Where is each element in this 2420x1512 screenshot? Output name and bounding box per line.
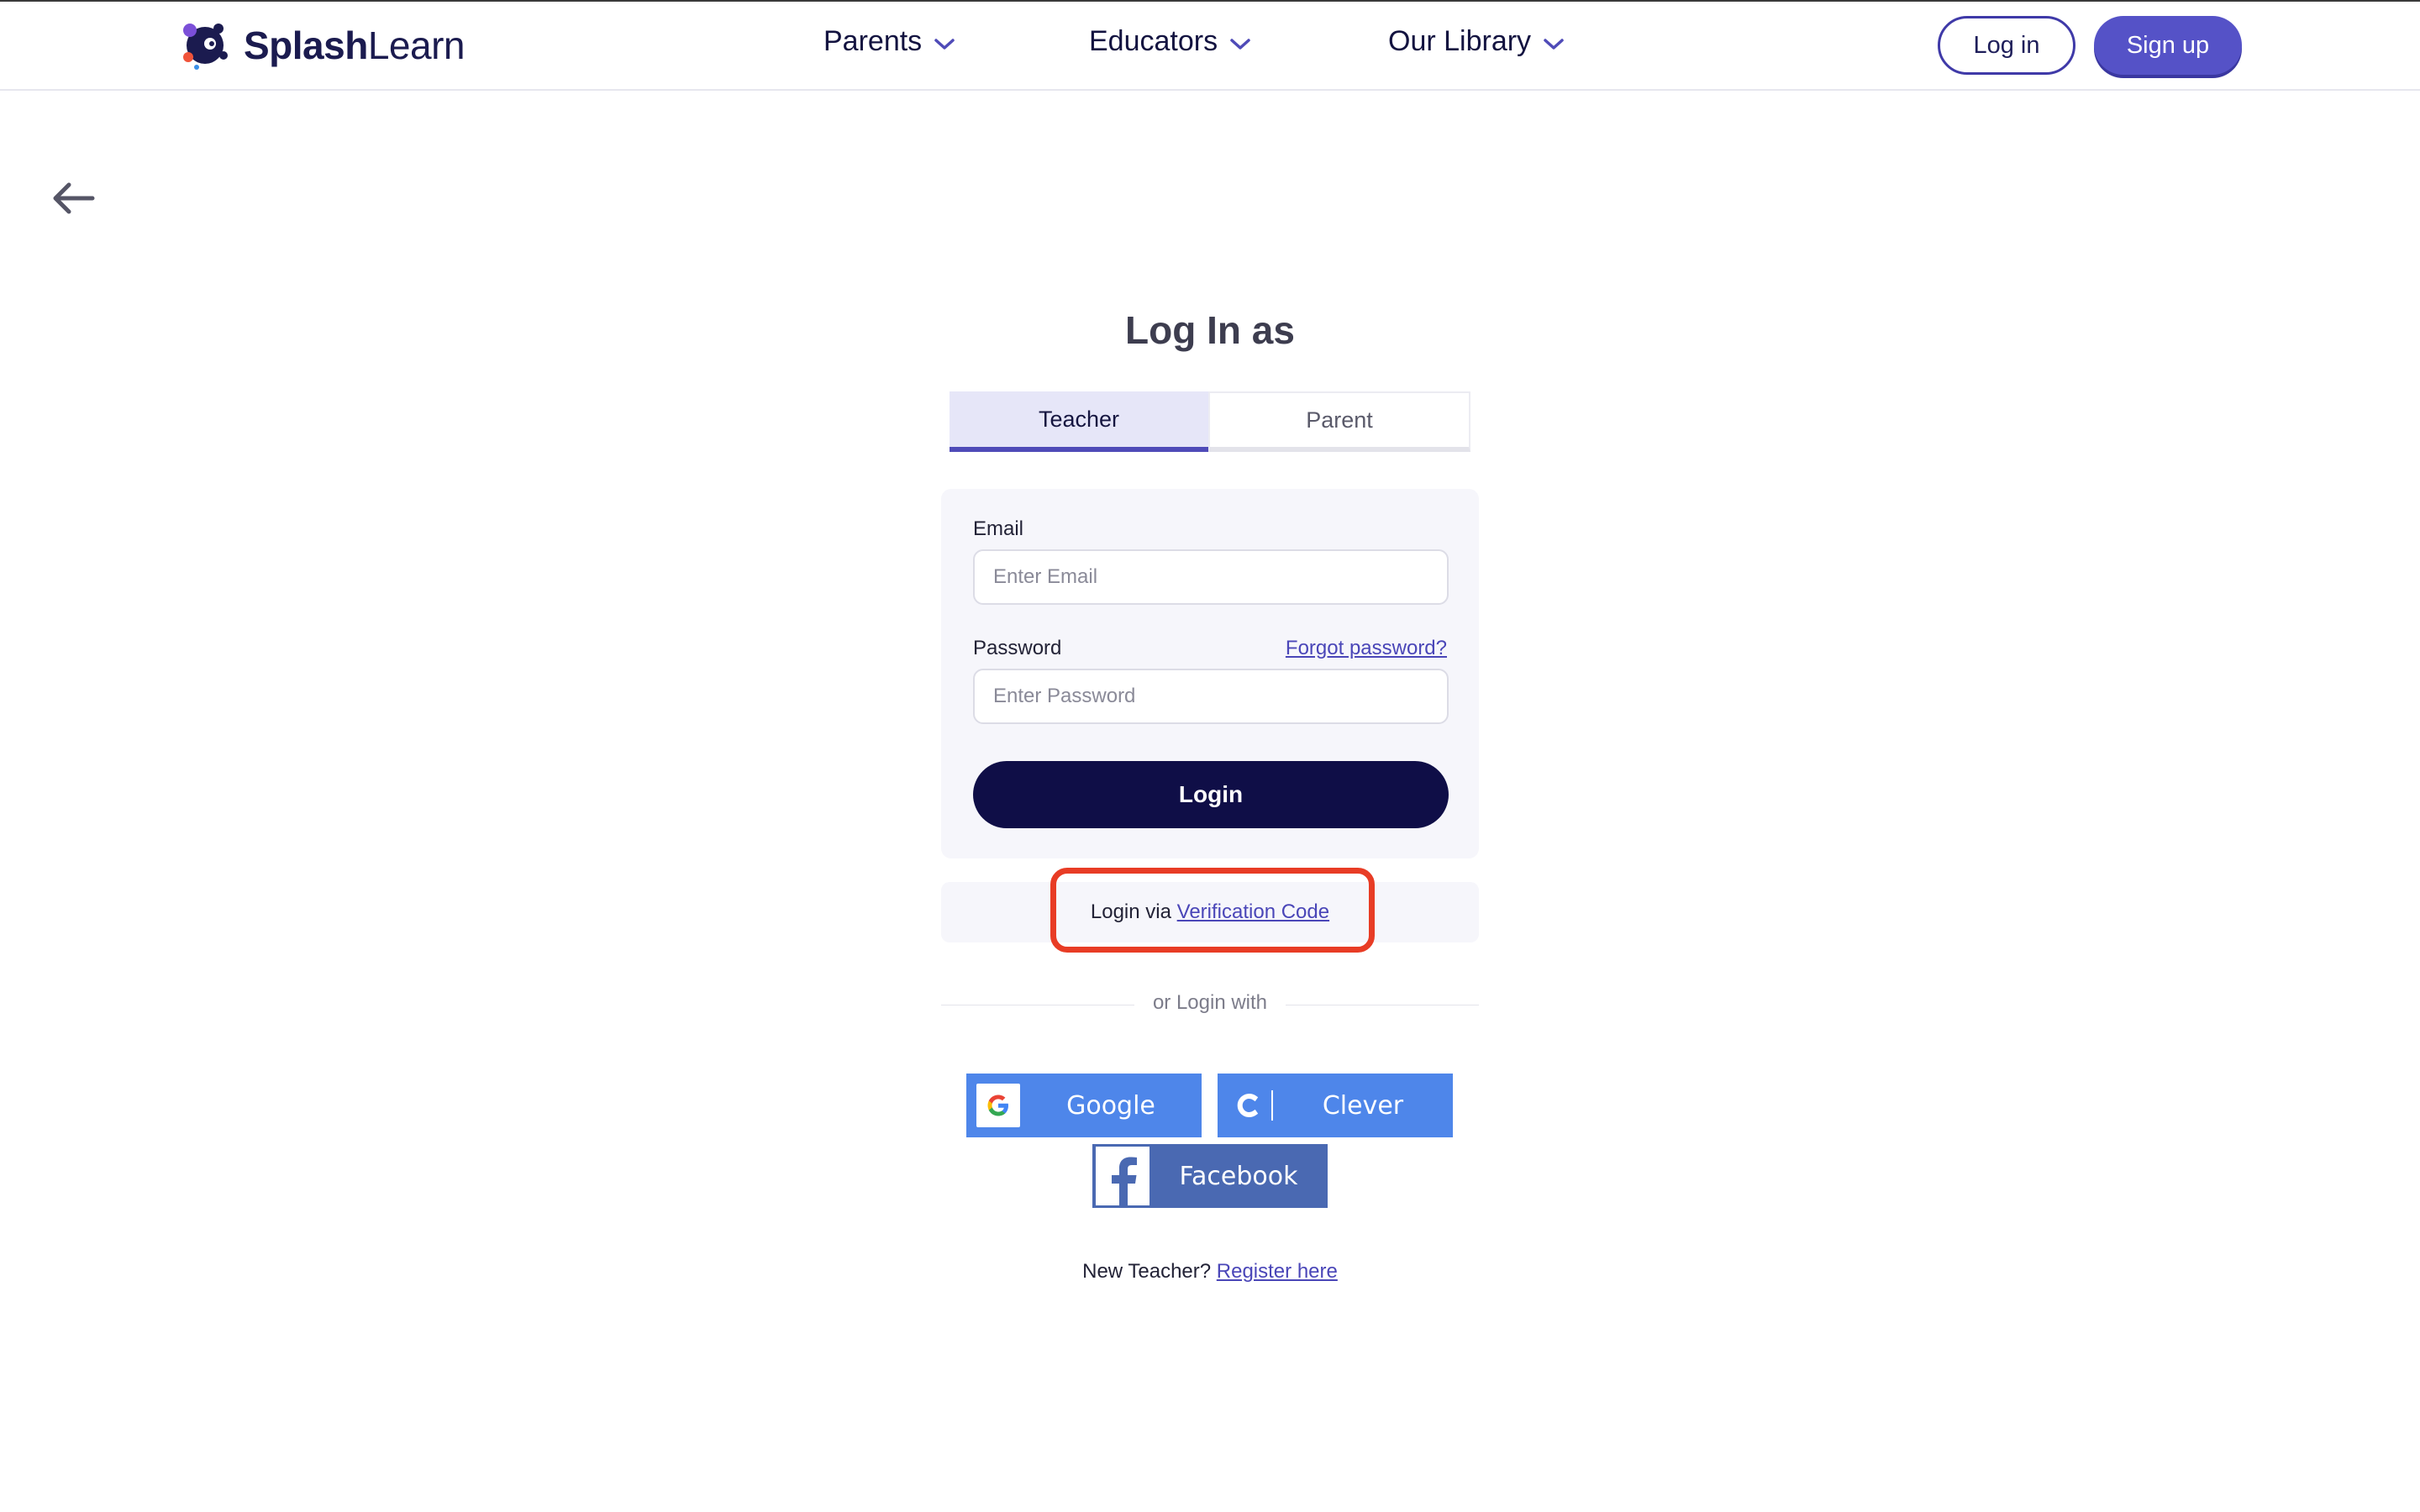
clever-login-button[interactable]: Clever	[1218, 1074, 1453, 1137]
email-field[interactable]	[973, 549, 1449, 605]
site-header: SplashLearn Parents Educators Our Librar…	[0, 2, 2420, 91]
register-prefix: New Teacher?	[1082, 1260, 1217, 1283]
register-prompt: New Teacher? Register here	[958, 1260, 1462, 1284]
nav-educators-label: Educators	[1089, 25, 1218, 57]
header-signup-button[interactable]: Sign up	[2094, 16, 2242, 75]
login-button[interactable]: Login	[973, 761, 1449, 828]
nav-our-library[interactable]: Our Library	[1388, 25, 1565, 58]
tab-teacher[interactable]: Teacher	[950, 391, 1208, 452]
divider-text: or Login with	[1152, 991, 1268, 1014]
nav-parents-label: Parents	[823, 25, 923, 57]
nav-parents[interactable]: Parents	[823, 25, 955, 58]
header-login-button[interactable]: Log in	[1938, 16, 2075, 75]
password-field[interactable]	[973, 669, 1449, 724]
splashlearn-logo-icon	[183, 24, 228, 70]
register-here-link[interactable]: Register here	[1217, 1260, 1338, 1283]
chevron-down-icon	[1229, 32, 1251, 52]
brand-name: SplashLearn	[244, 24, 465, 67]
clever-login-label: Clever	[1322, 1090, 1404, 1121]
clever-icon	[1234, 1090, 1273, 1121]
login-form-card: Email Password Forgot password? Login	[941, 489, 1479, 858]
password-label: Password	[973, 637, 1062, 659]
chevron-down-icon	[1543, 32, 1565, 52]
back-arrow-icon[interactable]	[49, 178, 96, 218]
facebook-login-label: Facebook	[1179, 1161, 1298, 1191]
nav-educators[interactable]: Educators	[1089, 25, 1251, 58]
highlight-annotation-box	[1050, 868, 1375, 953]
forgot-password-link[interactable]: Forgot password?	[1286, 637, 1447, 660]
or-login-with-divider: or Login with	[941, 991, 1479, 1014]
tab-parent[interactable]: Parent	[1208, 391, 1470, 452]
role-tabs: Teacher Parent	[950, 391, 1470, 452]
facebook-icon	[1096, 1147, 1150, 1205]
page-title: Log In as	[1125, 308, 1295, 352]
facebook-login-button[interactable]: Facebook	[1092, 1144, 1328, 1208]
chevron-down-icon	[934, 32, 955, 52]
splashlearn-logo[interactable]: SplashLearn	[176, 20, 465, 71]
google-icon	[976, 1084, 1020, 1127]
google-login-label: Google	[1066, 1090, 1155, 1121]
nav-our-library-label: Our Library	[1388, 25, 1532, 57]
email-label: Email	[973, 517, 1024, 540]
google-login-button[interactable]: Google	[966, 1074, 1202, 1137]
